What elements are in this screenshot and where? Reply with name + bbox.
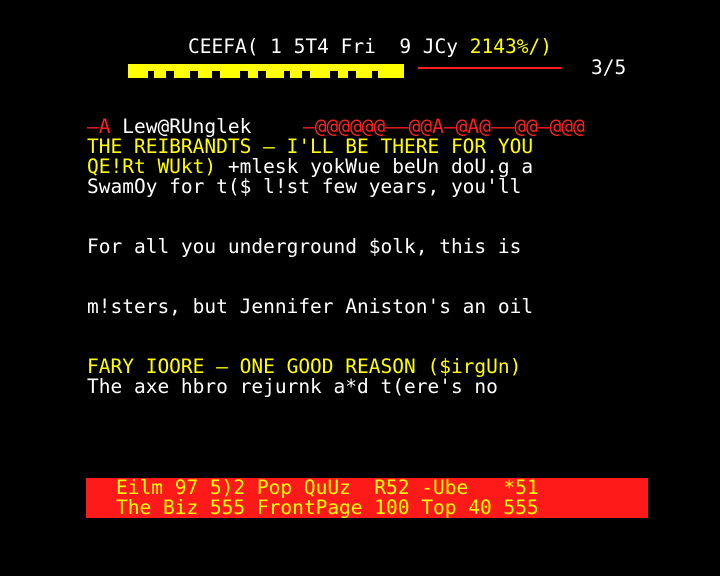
service-date: CEEFA( 1 5T4 Fri 9 JCy — [188, 35, 459, 58]
block-graphic-logo — [128, 64, 404, 78]
body-line-6: m!sters, but Jennifer Aniston's an oil — [87, 295, 534, 318]
header-service-line: CEEFA( 1 5T4 Fri 9 JCy 2143%/) — [188, 37, 552, 57]
clock: 2143%/) — [469, 35, 552, 58]
header-red-rule — [418, 67, 561, 69]
body-line-4: SwamOy for t($ l!st few years, you'll — [87, 175, 522, 198]
teletext-screen: CEEFA( 1 5T4 Fri 9 JCy 2143%/) 3/5 —A Le… — [0, 0, 720, 576]
heading-dashes: —@@@@@@——@@A—@A@——@@—@@@ — [303, 115, 585, 138]
body-line-5: For all you underground $olk, this is — [87, 235, 522, 258]
article-title: THE REIBRANDTS — I'LL BE THERE FOR YOU — [87, 135, 534, 158]
page-counter: 3/5 — [591, 56, 627, 79]
article-subline: QE!Rt WUkt) +mlesk yokWue beUn doU.g a — [87, 157, 533, 177]
fastext-row-2[interactable]: The Biz 555 FrontPage 100 Top 40 555 — [116, 498, 539, 518]
fastext-row-1[interactable]: Eilm 97 5)2 Pop QuUz R52 -Ube *51 — [116, 478, 539, 498]
fastext-bar: Eilm 97 5)2 Pop QuUz R52 -Ube *51 The Bi… — [86, 478, 648, 518]
section-heading: —A Lew@RUnglek —@@@@@@——@@A—@A@——@@—@@@ — [87, 117, 585, 137]
body-line-7: FARY IOORE — ONE GOOD REASON ($irgUn) — [87, 355, 522, 378]
body-line-8: The axe hbro rejurnk a*d t(ere's no — [87, 375, 498, 398]
